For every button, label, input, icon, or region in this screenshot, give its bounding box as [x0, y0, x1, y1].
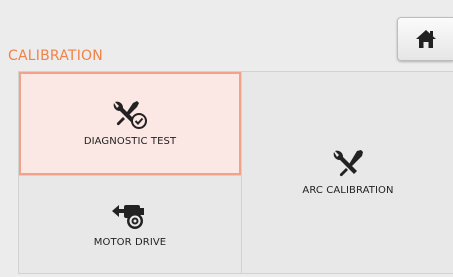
motor-drive-label: MOTOR DRIVE [93, 237, 167, 248]
motor-drive-button[interactable]: MOTOR DRIVE [19, 175, 241, 273]
home-icon [415, 30, 436, 48]
diagnostic-test-button[interactable]: DIAGNOSTIC TEST [19, 72, 241, 175]
diagnostic-test-label: DIAGNOSTIC TEST [83, 136, 177, 147]
home-button[interactable] [397, 17, 453, 61]
tools-icon [333, 150, 363, 177]
tools-check-icon [113, 101, 147, 129]
calibration-grid: DIAGNOSTIC TEST ARC CALIBRATION MOTOR DR… [18, 71, 453, 274]
calibration-screen: CALIBRATION DIAGNOSTIC TEST ARC CALIBRAT… [0, 0, 453, 277]
motor-drive-icon [112, 205, 144, 229]
page-title: CALIBRATION [8, 48, 103, 64]
arc-calibration-button[interactable]: ARC CALIBRATION [241, 72, 453, 273]
arc-calibration-label: ARC CALIBRATION [302, 185, 394, 196]
